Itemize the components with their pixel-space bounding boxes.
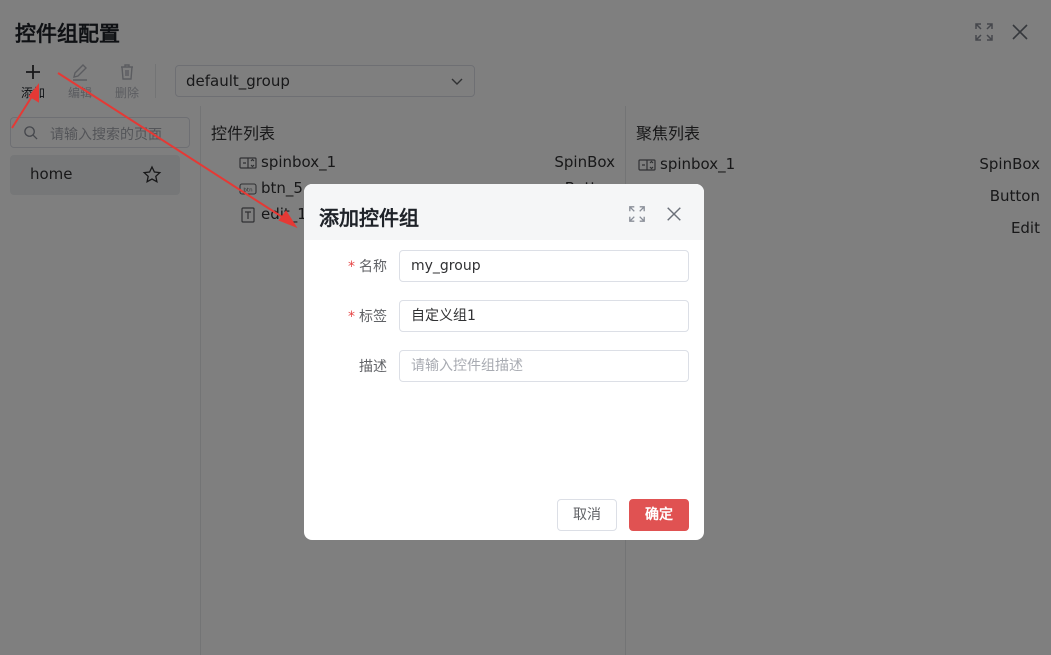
dialog-title: 添加控件组 [319, 206, 419, 230]
required-mark: * [348, 309, 355, 325]
required-mark: * [348, 259, 355, 275]
description-label: 描述 [359, 359, 387, 375]
name-label: * 名称 [348, 259, 387, 275]
maximize-icon[interactable] [628, 205, 646, 223]
close-icon[interactable] [665, 205, 683, 223]
name-field[interactable]: my_group [399, 250, 689, 282]
cancel-button[interactable]: 取消 [557, 499, 617, 531]
tag-label: * 标签 [348, 309, 387, 325]
description-form-row: 描述 请输入控件组描述 [304, 350, 704, 382]
tag-field[interactable]: 自定义组1 [399, 300, 689, 332]
add-group-dialog: 添加控件组 * 名称 my_group * 标签 自定义组1 描述 请输入控件组描述… [304, 184, 704, 540]
tag-form-row: * 标签 自定义组1 [304, 300, 704, 332]
description-field[interactable]: 请输入控件组描述 [399, 350, 689, 382]
confirm-button[interactable]: 确定 [629, 499, 689, 531]
name-form-row: * 名称 my_group [304, 250, 704, 282]
dialog-header: 添加控件组 [304, 184, 704, 240]
